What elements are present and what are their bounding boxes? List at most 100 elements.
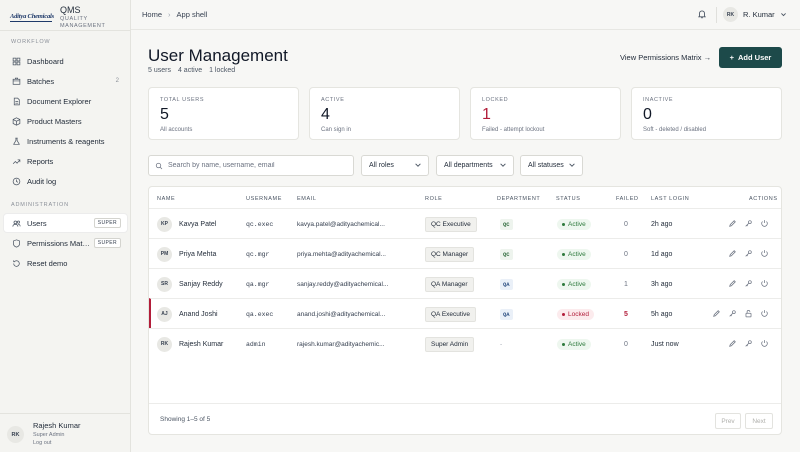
sidebar-item-audit-log[interactable]: Audit log: [4, 172, 127, 190]
avatar: RK: [7, 426, 24, 443]
stat-card-locked: Locked 1 Failed - attempt lockout: [470, 87, 621, 140]
power-icon[interactable]: [760, 279, 769, 290]
header-username[interactable]: Username: [246, 196, 282, 202]
sidebar-item-document-explorer[interactable]: Document Explorer: [4, 92, 127, 110]
header-role[interactable]: Role: [425, 196, 442, 202]
role-badge: QC Executive: [425, 216, 477, 232]
edit-icon[interactable]: [712, 309, 721, 320]
status-badge: Active: [557, 338, 591, 350]
status-badge: Active: [557, 278, 591, 290]
key-icon[interactable]: [744, 279, 753, 290]
key-icon[interactable]: [728, 309, 737, 320]
table-row[interactable]: KP Kavya Patel qc.exec kavya.patel@adityach…: [149, 208, 781, 239]
plus-icon: +: [729, 53, 735, 62]
prev-button[interactable]: Prev: [715, 413, 741, 429]
username: admin: [246, 340, 266, 348]
stat-locked: 1 locked: [209, 67, 236, 74]
header-failed[interactable]: Failed: [616, 196, 639, 202]
avatar: AJ: [157, 306, 172, 322]
name-cell: KP Kavya Patel: [157, 209, 216, 239]
edit-icon[interactable]: [728, 249, 737, 260]
edit-icon[interactable]: [728, 339, 737, 350]
roles-filter[interactable]: All roles: [361, 155, 429, 176]
edit-icon[interactable]: [728, 219, 737, 230]
next-button[interactable]: Next: [745, 413, 773, 429]
sidebar-item-batches[interactable]: Batches 2: [4, 72, 127, 90]
count-badge: 2: [115, 78, 119, 84]
breadcrumb-home[interactable]: Home: [142, 10, 162, 19]
sidebar: Aditya Chemicals QMS Quality Management …: [0, 0, 131, 452]
departments-filter[interactable]: All departments: [436, 155, 514, 176]
status-cell: Active: [557, 239, 591, 269]
power-icon[interactable]: [760, 249, 769, 260]
status-text: Active: [568, 220, 586, 228]
departments-filter-value: All departments: [444, 162, 493, 169]
chevron-down-icon: [569, 163, 575, 167]
department-cell: QA: [500, 299, 513, 329]
unlock-icon[interactable]: [744, 309, 753, 320]
status-badge: Locked: [557, 308, 594, 320]
logo-underline: [10, 21, 52, 22]
sidebar-item-instruments-reagents[interactable]: Instruments & reagents: [4, 132, 127, 150]
user-menu[interactable]: RK R. Kumar: [723, 7, 787, 22]
logout-link[interactable]: Log out: [33, 440, 51, 446]
row-actions: [712, 299, 769, 329]
table-row[interactable]: AJ Anand Joshi qa.exec anand.joshi@adityach…: [149, 298, 781, 329]
key-icon[interactable]: [744, 339, 753, 350]
add-user-button[interactable]: + Add User: [719, 47, 782, 68]
sidebar-item-reset-demo[interactable]: Reset demo: [4, 254, 127, 272]
flask-icon: [11, 136, 21, 146]
sidebar-item-reports[interactable]: Reports: [4, 152, 127, 170]
avatar: RK: [723, 7, 738, 22]
sidebar-item-users[interactable]: Users SUPER: [4, 214, 127, 232]
statuses-filter[interactable]: All statuses: [520, 155, 583, 176]
header-last-login[interactable]: Last login: [651, 196, 689, 202]
header-email[interactable]: Email: [297, 196, 317, 202]
user-menu-name: R. Kumar: [743, 10, 775, 19]
card-label: Locked: [482, 97, 509, 103]
sidebar-item-label: Users: [27, 218, 47, 228]
status-dot: [562, 252, 565, 256]
department-badge: QC: [500, 248, 513, 260]
page-stats: 5 users 4 active 1 locked: [148, 67, 235, 74]
search-input[interactable]: [168, 162, 348, 169]
brand[interactable]: Aditya Chemicals QMS Quality Management: [10, 5, 130, 29]
user-name: Rajesh Kumar: [179, 340, 224, 348]
username: qc.exec: [246, 220, 274, 228]
sidebar-item-product-masters[interactable]: Product Masters: [4, 112, 127, 130]
permissions-matrix-link[interactable]: View Permissions Matrix →: [620, 53, 711, 62]
divider: [716, 7, 717, 23]
power-icon[interactable]: [760, 339, 769, 350]
role-cell: QC Executive: [425, 209, 477, 239]
table-row[interactable]: SR Sanjay Reddy qa.mgr sanjay.reddy@adityac…: [149, 268, 781, 299]
header-department[interactable]: Department: [497, 196, 540, 202]
sidebar-item-label: Batches: [27, 76, 55, 86]
name-cell: AJ Anand Joshi: [157, 299, 218, 329]
shield-icon: [11, 238, 21, 248]
search-box[interactable]: [148, 155, 354, 176]
name-cell: SR Sanjay Reddy: [157, 269, 223, 299]
table-row[interactable]: RK Rajesh Kumar admin rajesh.kumar@adityach…: [149, 328, 781, 359]
table-row[interactable]: PM Priya Mehta qc.mgr priya.mehta@adityache…: [149, 238, 781, 269]
status-text: Active: [568, 280, 586, 288]
department-cell: QC: [500, 239, 513, 269]
bell-icon[interactable]: [697, 9, 707, 19]
header-name[interactable]: Name: [157, 196, 175, 202]
power-icon[interactable]: [760, 309, 769, 320]
key-icon[interactable]: [744, 219, 753, 230]
sidebar-item-label: Instruments & reagents: [27, 136, 105, 146]
department-badge: QA: [500, 278, 513, 290]
sidebar-item-dashboard[interactable]: Dashboard: [4, 52, 127, 70]
failed-count: 5: [624, 310, 628, 318]
sidebar-user: RK Rajesh Kumar Super Admin Log out: [0, 413, 131, 452]
edit-icon[interactable]: [728, 279, 737, 290]
status-cell: Active: [557, 269, 591, 299]
name-cell: RK Rajesh Kumar: [157, 329, 223, 359]
role-cell: QC Manager: [425, 239, 475, 269]
department-empty: -: [500, 340, 503, 348]
key-icon[interactable]: [744, 249, 753, 260]
sidebar-item-permissions-mat[interactable]: Permissions Mat… SUPER: [4, 234, 127, 252]
chevron-down-icon: [780, 13, 786, 17]
header-status[interactable]: Status: [556, 196, 580, 202]
power-icon[interactable]: [760, 219, 769, 230]
